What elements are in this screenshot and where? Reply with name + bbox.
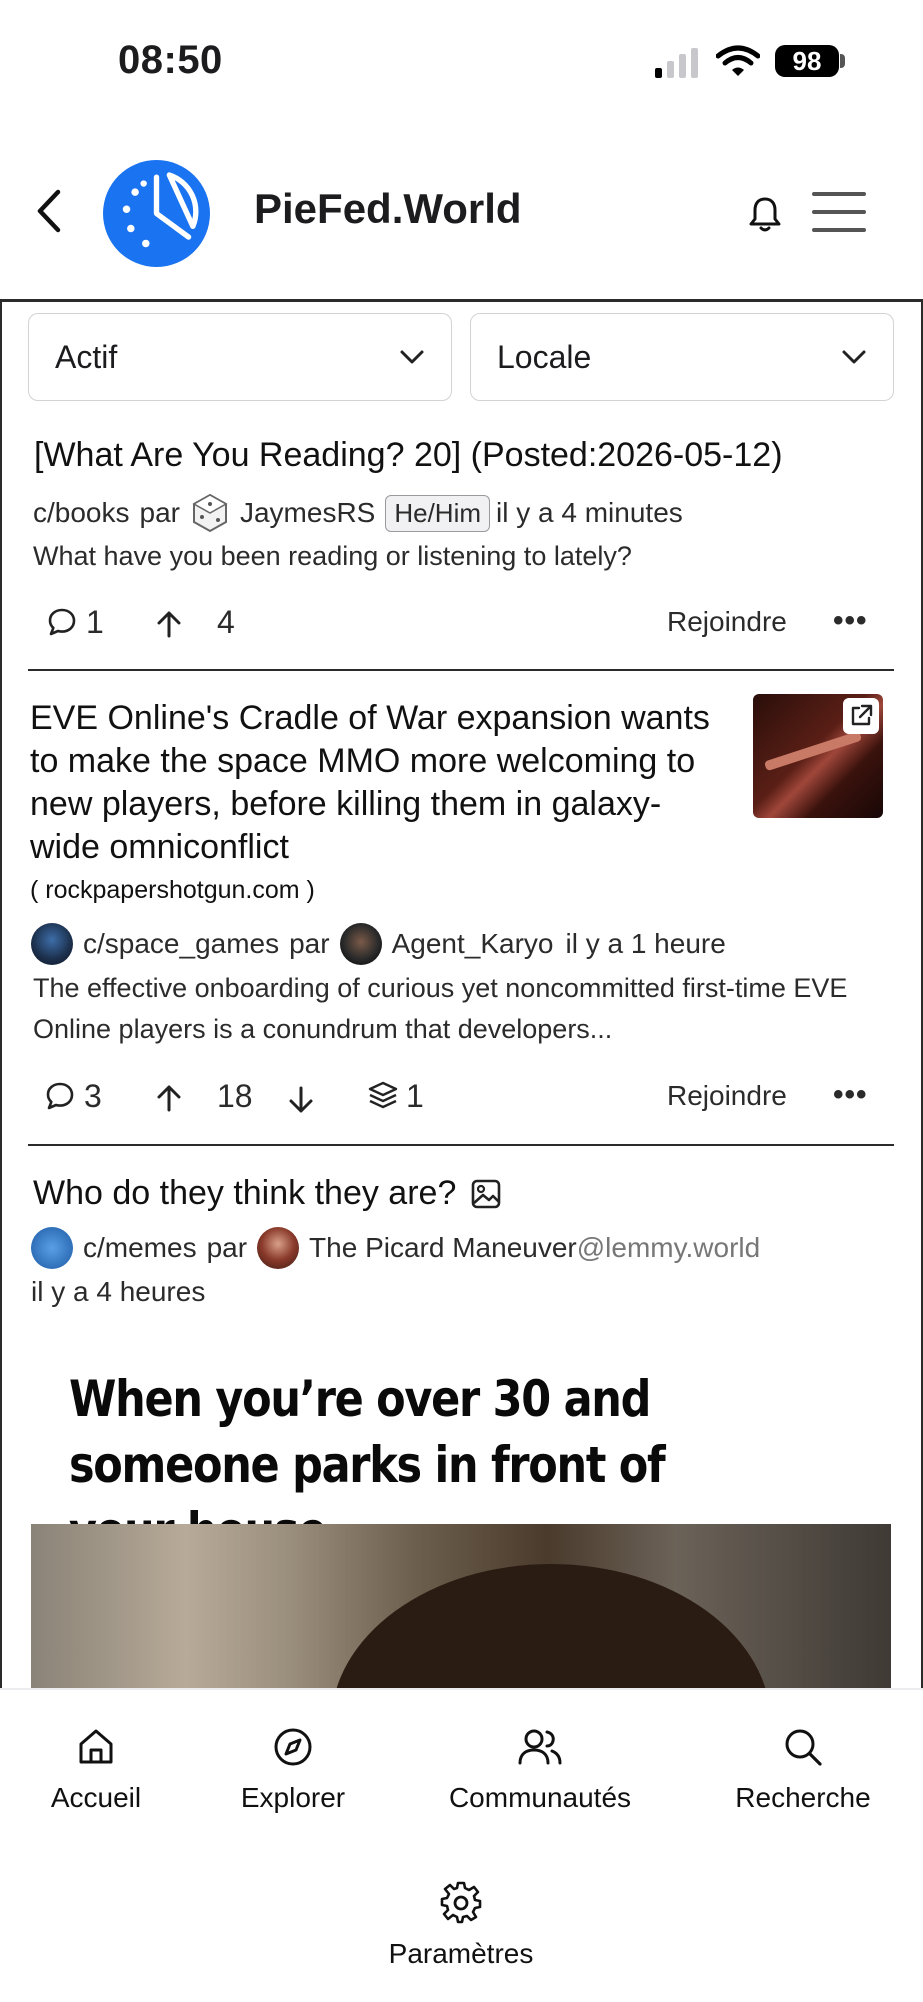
dice-avatar-icon xyxy=(192,493,228,533)
upvote-icon[interactable] xyxy=(154,608,184,640)
upvote-icon[interactable] xyxy=(154,1082,184,1114)
post-title[interactable]: Who do they think they are? xyxy=(33,1172,456,1215)
battery-indicator: 98 xyxy=(775,45,839,77)
comments-button[interactable]: 3 xyxy=(44,1076,102,1116)
par-label: par xyxy=(289,928,330,959)
signal-icon xyxy=(655,48,698,78)
post-meta: c/books par JaymesRS He/Him il y a 4 min… xyxy=(33,492,683,534)
users-icon xyxy=(518,1729,562,1765)
post-divider xyxy=(28,669,894,671)
author-avatar xyxy=(339,923,382,965)
post-time: il y a 4 heures xyxy=(31,1276,206,1307)
gear-icon xyxy=(440,1881,482,1924)
crosspost-count: 1 xyxy=(406,1077,424,1114)
comment-count: 1 xyxy=(86,603,104,640)
post-meta: c/space_games par Agent_Karyo il y a 1 h… xyxy=(31,922,726,966)
comments-button[interactable]: 1 xyxy=(46,602,104,642)
community-link[interactable]: c/space_games xyxy=(83,928,279,960)
par-label: par xyxy=(139,497,180,528)
tab-explore[interactable]: Explorer xyxy=(233,1726,353,1814)
comment-icon xyxy=(46,1082,74,1110)
wifi-icon xyxy=(716,45,760,76)
tab-home-label: Accueil xyxy=(50,1782,142,1813)
post-time: il y a 1 heure xyxy=(565,928,726,959)
community-link[interactable]: c/books xyxy=(33,497,130,529)
menu-icon[interactable] xyxy=(812,190,866,234)
site-title: PieFed.World xyxy=(254,185,522,232)
tab-search-label: Recherche xyxy=(735,1782,871,1813)
tab-home[interactable]: Accueil xyxy=(42,1726,150,1814)
external-link-badge xyxy=(843,698,879,734)
bell-icon[interactable] xyxy=(748,194,782,234)
score-value: 18 xyxy=(217,1077,253,1114)
meme-photo xyxy=(31,1524,891,1690)
post-title[interactable]: [What Are You Reading? 20] (Posted:2026-… xyxy=(34,434,894,477)
scope-select-value: Locale xyxy=(497,338,592,375)
post-domain[interactable]: ( rockpapershotgun.com ) xyxy=(30,876,315,905)
home-icon xyxy=(79,1729,113,1764)
crosspost-button[interactable]: 1 xyxy=(366,1076,424,1116)
more-options-button[interactable]: ••• xyxy=(833,1078,868,1112)
image-icon xyxy=(472,1179,501,1208)
tab-communities-label: Communautés xyxy=(448,1782,632,1813)
post-image[interactable]: When you’re over 30 and someone parks in… xyxy=(31,1340,891,1690)
tab-settings[interactable]: Paramètres xyxy=(380,1880,542,1970)
author-link[interactable]: Agent_Karyo xyxy=(392,928,554,960)
join-button[interactable]: Rejoindre xyxy=(667,1080,787,1112)
post-title[interactable]: EVE Online's Cradle of War expansion wan… xyxy=(30,697,730,869)
community-avatar xyxy=(31,1227,73,1269)
thumbnail-ship xyxy=(763,730,863,772)
battery-tip xyxy=(840,54,845,68)
tab-communities[interactable]: Communautés xyxy=(440,1726,640,1814)
community-link[interactable]: c/memes xyxy=(83,1232,197,1264)
score-value: 4 xyxy=(217,603,235,640)
author-link[interactable]: The Picard Maneuver xyxy=(309,1232,577,1264)
chevron-down-icon xyxy=(400,350,424,364)
more-options-button[interactable]: ••• xyxy=(833,604,868,638)
post-meta: c/memes par The Picard Maneuver @lemmy.wo… xyxy=(31,1226,760,1270)
author-link[interactable]: JaymesRS xyxy=(240,497,375,529)
scope-select[interactable]: Locale xyxy=(470,313,894,401)
post-title-row[interactable]: Who do they think they are? xyxy=(33,1172,502,1215)
search-icon xyxy=(785,1729,822,1766)
meme-photo-head xyxy=(331,1564,771,1690)
post-body: The effective onboarding of curious yet … xyxy=(33,973,848,1044)
downvote-icon[interactable] xyxy=(286,1084,316,1116)
community-avatar xyxy=(31,923,73,965)
post-time: il y a 4 minutes xyxy=(496,497,683,528)
post-thumbnail[interactable] xyxy=(753,694,883,818)
piefed-logo-icon[interactable] xyxy=(103,160,210,267)
tab-settings-label: Paramètres xyxy=(388,1938,534,1969)
join-button[interactable]: Rejoindre xyxy=(667,606,787,638)
back-icon[interactable] xyxy=(34,188,64,234)
sort-select[interactable]: Actif xyxy=(28,313,452,401)
author-avatar xyxy=(257,1227,300,1269)
flair-badge: He/Him xyxy=(385,494,491,532)
tab-explore-label: Explorer xyxy=(240,1782,346,1813)
tab-search[interactable]: Recherche xyxy=(728,1726,878,1814)
post-body: What have you been reading or listening … xyxy=(33,541,632,571)
post-divider xyxy=(28,1144,894,1146)
comment-count: 3 xyxy=(84,1077,102,1114)
sort-select-value: Actif xyxy=(55,338,118,375)
chevron-down-icon xyxy=(842,350,866,364)
par-label: par xyxy=(206,1232,248,1263)
author-instance: @lemmy.world xyxy=(576,1232,761,1263)
layers-icon xyxy=(368,1081,398,1109)
status-time: 08:50 xyxy=(118,38,223,82)
external-link-icon xyxy=(851,704,873,726)
comment-icon xyxy=(48,608,76,636)
tab-bar: Accueil Explorer Communautés Recherche P… xyxy=(0,1688,923,2002)
compass-icon xyxy=(274,1728,312,1766)
